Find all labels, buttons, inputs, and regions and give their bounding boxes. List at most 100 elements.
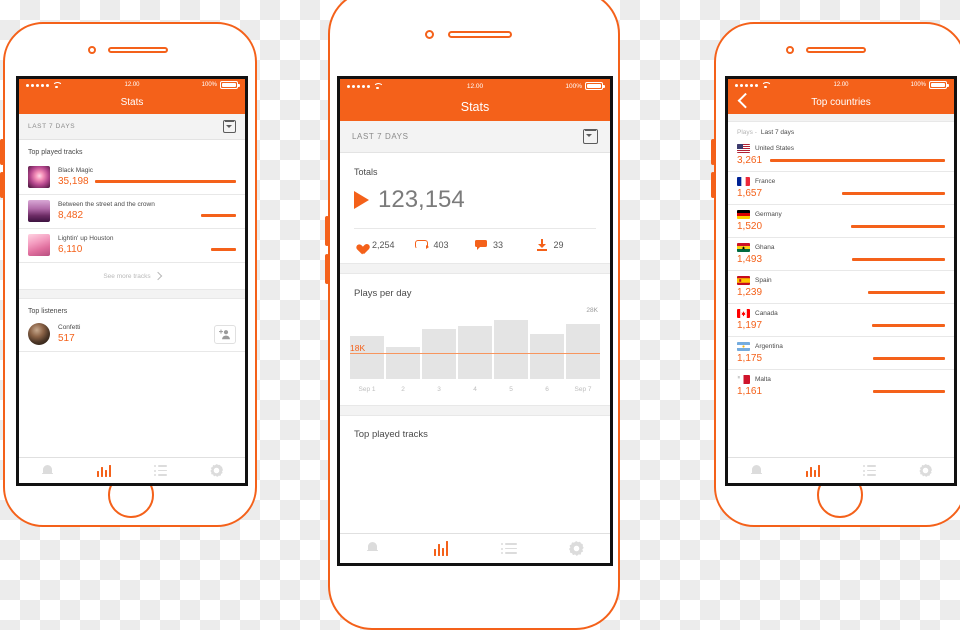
wifi-icon — [373, 83, 382, 90]
bell-icon — [367, 541, 380, 556]
flag-mt-icon — [737, 375, 750, 384]
tab-notifications[interactable] — [340, 541, 408, 556]
see-more-tracks-button[interactable]: See more tracks — [19, 263, 245, 289]
battery-icon — [585, 82, 605, 90]
engagement-metrics: 2,254 403 33 29 — [340, 229, 610, 263]
country-name-line: Germany — [737, 210, 945, 219]
status-time: 12.00 — [466, 82, 484, 90]
country-row[interactable]: Ghana 1,493 — [728, 238, 954, 270]
country-plays: 3,261 — [737, 155, 763, 166]
x-tick: Sep 7 — [574, 386, 592, 393]
chart-average-label: 18K — [350, 342, 366, 353]
earpiece-speaker — [108, 47, 168, 53]
screenshot-stage: 12.00 100% Stats LAST 7 DAYS Top played … — [0, 0, 960, 630]
country-row[interactable]: Canada 1,197 — [728, 304, 954, 336]
country-value-line: 1,197 — [737, 320, 945, 331]
x-tick: 6 — [545, 386, 549, 393]
status-bar: 12.00 100% — [340, 79, 610, 93]
period-selector[interactable]: LAST 7 DAYS — [340, 121, 610, 153]
country-bar-track — [770, 291, 945, 294]
front-camera-icon — [425, 30, 434, 39]
period-selector[interactable]: LAST 7 DAYS — [19, 114, 245, 140]
tab-stats[interactable] — [785, 464, 842, 477]
calendar-icon[interactable] — [583, 129, 598, 144]
country-row[interactable]: United States 3,261 — [728, 142, 954, 171]
back-chevron-icon[interactable] — [737, 92, 754, 108]
chevron-right-icon — [153, 271, 162, 281]
volume-up-button[interactable] — [711, 139, 715, 165]
phone-device-3: 12.00 100% Top countries Plays - Last 7 … — [711, 22, 960, 527]
country-row[interactable]: Germany 1,520 — [728, 205, 954, 237]
listener-row[interactable]: Confetti 517 — [19, 319, 245, 351]
volume-down-button[interactable] — [711, 172, 715, 198]
tab-settings[interactable] — [189, 464, 246, 477]
country-row[interactable]: France 1,657 — [728, 172, 954, 204]
avatar — [28, 323, 50, 345]
top-played-tracks-title: Top played tracks — [28, 149, 83, 156]
country-bar-track — [770, 159, 945, 162]
country-plays: 1,493 — [737, 254, 763, 265]
chart-max-tick: 28K — [586, 307, 598, 314]
country-name: Germany — [755, 211, 782, 218]
tab-settings[interactable] — [898, 464, 955, 477]
volume-down-button[interactable] — [0, 172, 4, 198]
phone-device-2: 12.00 100% Stats LAST 7 DAYS Totals 123,… — [325, 0, 620, 630]
country-name: Argentina — [755, 343, 783, 350]
flag-ca-icon — [737, 309, 750, 318]
total-plays-value: 123,154 — [378, 186, 465, 213]
metric-likes[interactable]: 2,254 — [354, 240, 415, 251]
track-row[interactable]: Lightin' up Houston 6,110 — [19, 229, 245, 262]
country-name-line: France — [737, 177, 945, 186]
country-row[interactable]: Malta 1,161 — [728, 370, 954, 402]
country-bar-fill — [770, 159, 945, 162]
plays-per-day-title: Plays per day — [354, 288, 412, 299]
country-row[interactable]: Argentina 1,175 — [728, 337, 954, 369]
tab-stats[interactable] — [76, 464, 133, 477]
calendar-icon[interactable] — [223, 120, 236, 133]
tab-notifications[interactable] — [728, 464, 785, 477]
list-icon — [154, 465, 167, 476]
country-name-line: Canada — [737, 309, 945, 318]
country-row[interactable]: Spain 1,239 — [728, 271, 954, 303]
x-tick: 4 — [473, 386, 477, 393]
country-bar-track — [770, 324, 945, 327]
metric-reposts[interactable]: 403 — [414, 239, 476, 251]
track-row[interactable]: Black Magic 35,198 — [19, 161, 245, 194]
chart-average-line — [350, 352, 600, 355]
section-gap — [340, 405, 610, 416]
tab-stats[interactable] — [408, 541, 476, 556]
tab-list[interactable] — [475, 543, 543, 554]
tab-notifications[interactable] — [19, 464, 76, 477]
track-bar-track — [88, 248, 236, 251]
plays-prefix: Plays - — [737, 129, 757, 136]
repost-icon — [414, 239, 429, 251]
volume-up-button[interactable] — [325, 216, 329, 246]
battery-percent: 100% — [201, 82, 217, 88]
volume-up-button[interactable] — [0, 139, 4, 165]
status-bar: 12.00 100% — [19, 79, 245, 91]
add-user-icon[interactable] — [214, 324, 236, 344]
track-row[interactable]: Between the street and the crown 8,482 — [19, 195, 245, 228]
country-bar-fill — [852, 258, 945, 261]
country-bar-track — [770, 258, 945, 261]
section-gap — [340, 263, 610, 274]
flag-es-icon — [737, 276, 750, 285]
tab-list[interactable] — [841, 465, 898, 476]
tab-list[interactable] — [132, 465, 189, 476]
metric-value: 29 — [553, 240, 564, 250]
status-bar: 12.00 100% — [728, 79, 954, 91]
metric-comments[interactable]: 33 — [475, 240, 536, 250]
volume-down-button[interactable] — [325, 254, 329, 284]
country-bar-fill — [873, 357, 945, 360]
section-gap — [19, 289, 245, 299]
battery-percent: 100% — [565, 82, 582, 90]
track-bar-fill — [200, 214, 236, 217]
country-value-line: 1,239 — [737, 287, 945, 298]
country-plays: 1,161 — [737, 386, 763, 397]
phone3-nav-title-bar: Top countries — [728, 91, 954, 114]
country-plays: 1,175 — [737, 353, 763, 364]
metric-downloads[interactable]: 29 — [536, 239, 597, 251]
divider — [19, 351, 245, 352]
tab-settings[interactable] — [543, 541, 611, 556]
country-name: Spain — [755, 277, 772, 284]
